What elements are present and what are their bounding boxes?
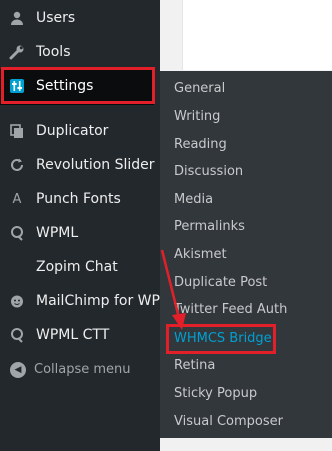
sidebar-item-mailchimp[interactable]: MailChimp for WP [0,284,160,318]
submenu-item-general[interactable]: General [174,78,324,100]
wpml-icon [8,224,26,242]
sidebar-item-label: Revolution Slider [36,157,155,173]
content-area-bottom [160,438,332,451]
sidebar-item-label: WPML [36,225,79,241]
sidebar-item-wpml[interactable]: WPML [0,216,160,250]
sidebar-item-users[interactable]: Users [0,1,160,35]
submenu-item-akismet[interactable]: Akismet [174,244,324,266]
sidebar-item-label: WPML CTT [36,327,110,343]
sidebar-item-label: Users [36,10,76,26]
sidebar-item-label: Duplicator [36,123,109,139]
content-panel [182,0,332,70]
user-icon [8,9,26,27]
sidebar-item-label: MailChimp for WP [36,293,160,309]
submenu-item-permalinks[interactable]: Permalinks [174,216,324,238]
sidebar-item-duplicator[interactable]: Duplicator [0,114,160,148]
wpml-icon [8,326,26,344]
submenu-item-sticky-popup[interactable]: Sticky Popup [174,383,324,405]
sidebar-item-label: Tools [36,44,71,60]
mailchimp-icon [8,292,26,310]
submenu-item-twitter-feed-auth[interactable]: Twitter Feed Auth [174,299,324,321]
collapse-arrow-icon: ◀ [10,362,26,378]
submenu-item-duplicate-post[interactable]: Duplicate Post [174,272,324,294]
collapse-menu-button[interactable]: ◀ Collapse menu [0,359,160,383]
wrench-icon [8,43,26,61]
sidebar-item-settings[interactable]: Settings [0,69,154,105]
sidebar-item-revolution-slider[interactable]: Revolution Slider [0,148,160,182]
refresh-icon [8,156,26,174]
sidebar-item-label: Settings [36,78,94,94]
sidebar-item-tools[interactable]: Tools [0,35,160,69]
sidebar-item-punch-fonts[interactable]: A Punch Fonts [0,182,160,216]
collapse-menu-label: Collapse menu [34,362,131,377]
submenu-item-discussion[interactable]: Discussion [174,161,324,183]
submenu-item-visual-composer[interactable]: Visual Composer [174,411,324,433]
duplicator-icon [8,122,26,140]
submenu-item-writing[interactable]: Writing [174,106,324,128]
sidebar-item-label: Punch Fonts [36,191,121,207]
submenu-item-whmcs-bridge[interactable]: WHMCS Bridge [174,328,324,350]
submenu-item-media[interactable]: Media [174,189,324,211]
admin-sidebar: Users Tools Settings Duplicator Revoluti… [0,0,160,451]
settings-sliders-icon [8,77,26,95]
sidebar-item-label: Zopim Chat [36,259,118,275]
sidebar-item-wpml-ctt[interactable]: WPML CTT [0,318,160,352]
settings-submenu: General Writing Reading Discussion Media… [160,71,332,438]
submenu-item-reading[interactable]: Reading [174,134,324,156]
sidebar-item-zopim-chat[interactable]: Zopim Chat [0,250,160,284]
submenu-item-retina[interactable]: Retina [174,355,324,377]
font-a-icon: A [12,191,22,207]
